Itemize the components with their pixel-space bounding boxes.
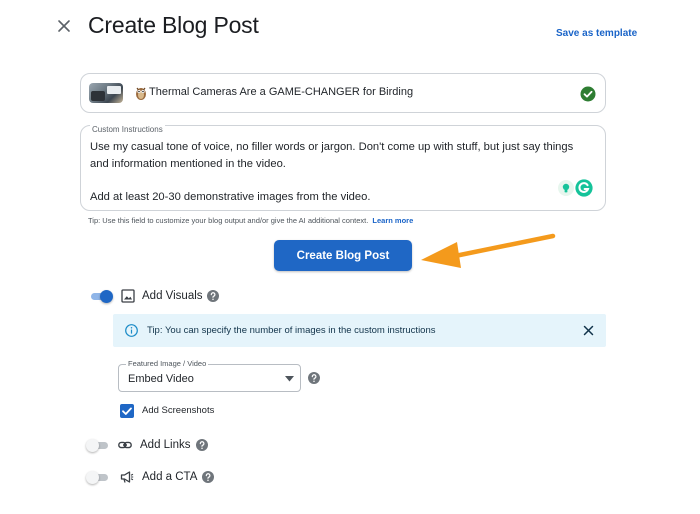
info-icon (125, 324, 138, 337)
help-icon[interactable] (308, 372, 320, 384)
grammarly-icon[interactable] (575, 179, 593, 197)
add-visuals-toggle[interactable] (89, 289, 113, 303)
add-links-label: Add Links (140, 439, 191, 451)
help-icon[interactable] (202, 471, 214, 483)
close-icon[interactable] (583, 325, 594, 336)
chevron-down-icon (285, 376, 294, 382)
megaphone-icon (120, 471, 134, 483)
add-cta-label: Add a CTA (142, 471, 198, 483)
tip-banner: Tip: You can specify the number of image… (113, 314, 606, 347)
owl-icon (136, 87, 146, 100)
check-circle-icon (580, 86, 596, 102)
instructions-tip: Tip: Use this field to customize your bl… (88, 216, 413, 225)
learn-more-link[interactable]: Learn more (372, 216, 413, 225)
custom-instructions-label: Custom Instructions (90, 125, 165, 134)
add-cta-toggle[interactable] (86, 470, 110, 484)
video-title: Thermal Cameras Are a GAME-CHANGER for B… (149, 86, 414, 98)
save-as-template-link[interactable]: Save as template (556, 28, 637, 39)
page-title: Create Blog Post (88, 12, 259, 38)
add-links-toggle[interactable] (86, 438, 110, 452)
checkmark-icon (122, 407, 132, 415)
arrow-annotation-icon (421, 233, 556, 268)
help-icon[interactable] (207, 290, 219, 302)
help-icon[interactable] (196, 439, 208, 451)
featured-image-video-value: Embed Video (128, 373, 194, 385)
featured-image-video-label: Featured Image / Video (126, 359, 209, 368)
custom-instructions-text[interactable]: Use my casual tone of voice, no filler w… (90, 139, 590, 205)
add-visuals-label: Add Visuals (142, 290, 203, 302)
link-icon (118, 441, 132, 449)
create-blog-post-button[interactable]: Create Blog Post (274, 240, 412, 271)
image-icon (121, 289, 135, 303)
instructions-tip-text: Tip: Use this field to customize your bl… (88, 216, 369, 225)
featured-image-video-select[interactable]: Featured Image / Video Embed Video (118, 359, 301, 392)
video-thumbnail (89, 83, 123, 103)
add-screenshots-checkbox[interactable] (120, 404, 134, 418)
tip-banner-text: Tip: You can specify the number of image… (147, 325, 436, 336)
close-icon[interactable] (54, 16, 74, 36)
add-screenshots-label: Add Screenshots (142, 405, 215, 416)
video-selector[interactable]: Thermal Cameras Are a GAME-CHANGER for B… (80, 73, 606, 113)
lightbulb-icon[interactable] (558, 180, 574, 196)
custom-instructions-field[interactable]: Custom Instructions Use my casual tone o… (80, 125, 606, 211)
